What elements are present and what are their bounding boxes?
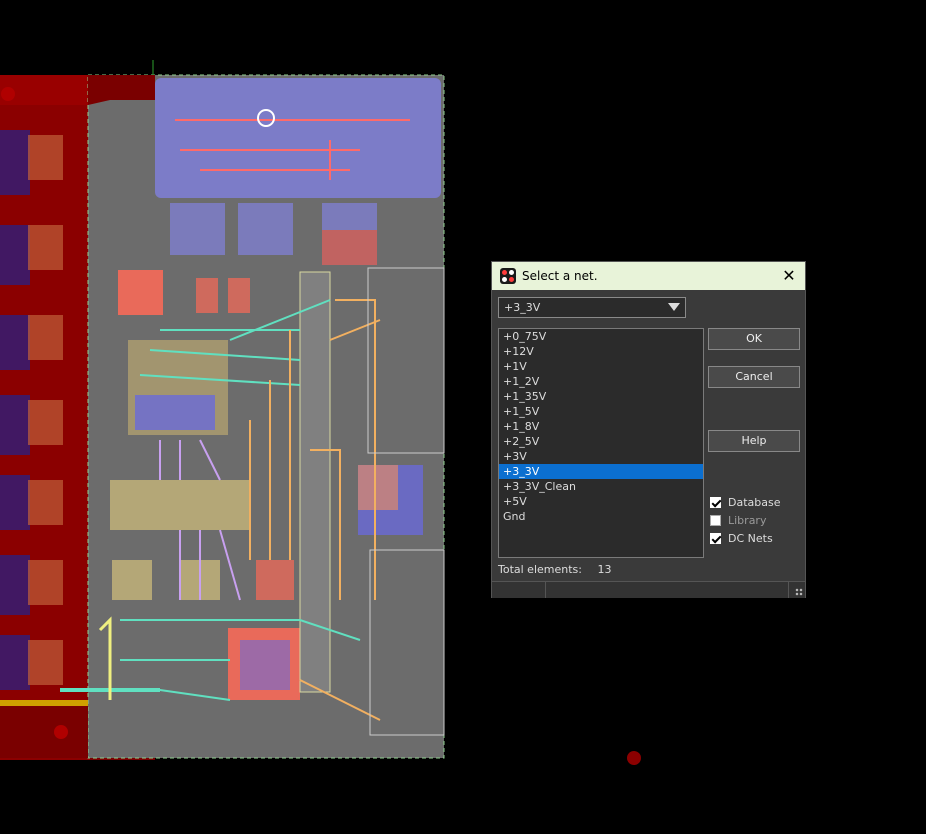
net-list-item[interactable]: +3_3V: [499, 464, 703, 479]
select-net-dialog: Select a net. ✕ +3_3V +0_75V +12V +1V +1_2V…: [491, 261, 806, 598]
net-list-item[interactable]: +1_5V: [499, 404, 703, 419]
library-checkbox-label: Library: [728, 514, 767, 527]
net-list-item[interactable]: +1V: [499, 359, 703, 374]
pcb-net-icon: [500, 268, 516, 284]
net-dropdown-value: +3_3V: [504, 301, 541, 314]
checkbox-checked-icon[interactable]: [710, 533, 721, 544]
net-list-item[interactable]: +1_2V: [499, 374, 703, 389]
status-separator: [788, 582, 789, 598]
ok-button[interactable]: OK: [708, 328, 800, 350]
total-elements: Total elements: 13: [498, 563, 611, 576]
net-list-item[interactable]: +3V: [499, 449, 703, 464]
cancel-button[interactable]: Cancel: [708, 366, 800, 388]
net-list-item[interactable]: +3_3V_Clean: [499, 479, 703, 494]
net-list-item[interactable]: +1_8V: [499, 419, 703, 434]
dc-nets-checkbox-label: DC Nets: [728, 532, 773, 545]
net-list-item[interactable]: +0_75V: [499, 329, 703, 344]
database-checkbox-label: Database: [728, 496, 781, 509]
net-dropdown[interactable]: +3_3V: [498, 297, 686, 318]
net-list-item[interactable]: +12V: [499, 344, 703, 359]
dialog-titlebar[interactable]: Select a net. ✕: [492, 262, 805, 290]
resize-grip-icon[interactable]: [795, 588, 803, 596]
status-bar: [492, 581, 805, 598]
checkbox-checked-icon[interactable]: [710, 497, 721, 508]
dialog-title: Select a net.: [522, 269, 598, 283]
net-list-item[interactable]: +1_35V: [499, 389, 703, 404]
net-list-item[interactable]: +2_5V: [499, 434, 703, 449]
close-icon[interactable]: ✕: [779, 266, 799, 286]
chevron-down-icon[interactable]: [668, 303, 680, 311]
net-list[interactable]: +0_75V +12V +1V +1_2V +1_35V +1_5V +1_8V +2_5V +…: [498, 328, 704, 558]
net-list-item[interactable]: +5V: [499, 494, 703, 509]
net-list-item[interactable]: Gnd: [499, 509, 703, 524]
total-elements-count: 13: [597, 563, 612, 576]
help-button[interactable]: Help: [708, 430, 800, 452]
status-separator: [545, 582, 546, 598]
total-elements-label: Total elements:: [498, 563, 582, 576]
checkbox-unchecked-icon[interactable]: [710, 515, 721, 526]
